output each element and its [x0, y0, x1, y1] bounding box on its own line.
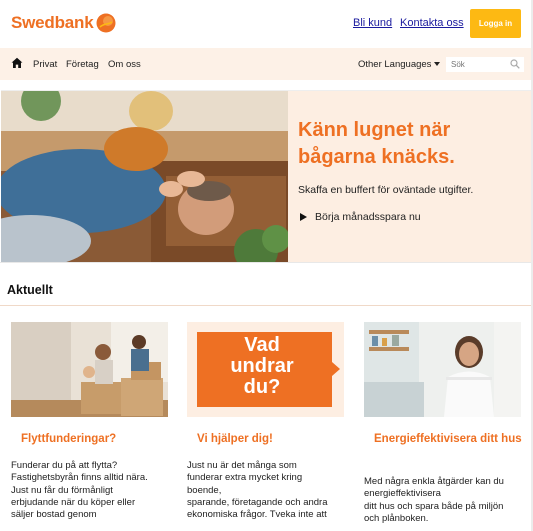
nav-item-privat[interactable]: Privat [33, 59, 57, 70]
card-text-line: säljer bostad genom [11, 509, 97, 521]
play-arrow-icon [300, 213, 307, 221]
login-button[interactable]: Logga in [470, 9, 521, 38]
card-text-line: erbjudande när du köper eller [11, 496, 136, 508]
card-text-line: ditt hus och spara både på miljön [364, 500, 504, 512]
card-image-help[interactable]: Vad undrar du? [187, 322, 344, 417]
language-label: Other Languages [358, 59, 432, 70]
bubble-line: undrar [230, 355, 294, 377]
top-header: Swedbank Bli kund Kontakta oss Logga in [0, 0, 533, 48]
oak-logo-icon [96, 13, 116, 33]
card-text-line: Just nu får du förmånligt [11, 484, 113, 496]
become-customer-link[interactable]: Bli kund [353, 17, 392, 29]
nav-item-om-oss[interactable]: Om oss [108, 59, 141, 70]
card-text-line: Just nu är det många som [187, 460, 297, 471]
card-title-help[interactable]: Vi hjälper dig! [197, 432, 273, 447]
card-text-line: ekonomiska frågor. Tveka inte att [187, 509, 327, 521]
hero-cta-label: Börja månadsspara nu [315, 211, 421, 223]
swedbank-logo[interactable]: Swedbank [11, 13, 116, 33]
card-text-line: boende, [187, 484, 222, 496]
card-body-moving: Funderar du på att flytta? Fastighetsbyr… [11, 460, 148, 521]
card-text-line: Fastighetsbyrån finns alltid nära. [11, 472, 148, 484]
contact-us-link[interactable]: Kontakta oss [400, 17, 464, 29]
hero-banner: Känn lugnet när bågarna knäcks. [1, 90, 531, 263]
chevron-down-icon [434, 62, 441, 66]
card-image-energy[interactable] [364, 322, 521, 417]
section-title: Aktuellt [7, 283, 53, 297]
home-icon[interactable] [11, 57, 23, 69]
search-icon[interactable] [510, 59, 520, 69]
card-text-line: sparande, företagande och andra [187, 496, 328, 508]
divider [0, 305, 533, 306]
bubble-line: Vad [244, 334, 280, 356]
hero-title: Känn lugnet när bågarna knäcks. [298, 119, 455, 168]
logo-text: Swedbank [11, 13, 94, 32]
card-text-line: energieffektivisera [364, 488, 441, 500]
language-dropdown[interactable]: Other Languages [358, 59, 441, 70]
card-body-energy: Med några enkla åtgärder kan du energief… [364, 476, 504, 525]
speech-bubble-text: Vad undrar du? [217, 335, 307, 398]
card-text-line: funderar extra mycket kring [187, 472, 303, 484]
nav-item-foretag[interactable]: Företag [66, 59, 99, 70]
hero-subtitle: Skaffa en buffert för oväntade utgifter. [298, 184, 474, 196]
card-body-help: Just nu är det många som funderar extra … [187, 460, 328, 521]
card-text-line: Funderar du på att flytta? [11, 460, 118, 471]
bubble-line: du? [243, 376, 281, 398]
card-image-moving[interactable] [11, 322, 168, 417]
card-title-energy[interactable]: Energieffektivisera ditt hus [374, 432, 524, 447]
card-title-moving[interactable]: Flyttfunderingar? [21, 432, 116, 447]
divider [0, 262, 533, 263]
card-text-line: och plånboken. [364, 512, 429, 524]
hero-image [1, 91, 288, 263]
hero-cta-link[interactable]: Börja månadsspara nu [300, 211, 421, 223]
card-text-line: Med några enkla åtgärder kan du [364, 476, 504, 487]
